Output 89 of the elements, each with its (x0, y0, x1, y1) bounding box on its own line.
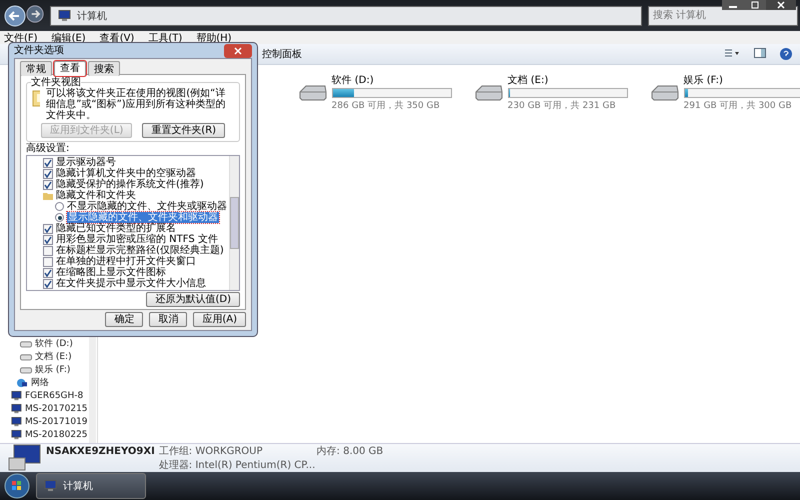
computer-icon (10, 416, 22, 426)
nav-item[interactable]: 文档 (E:) (0, 350, 88, 363)
radio-button[interactable] (55, 202, 64, 211)
nav-item[interactable]: MS-20171019 (0, 415, 88, 428)
computer-icon (8, 444, 42, 472)
setting-label[interactable]: 隐藏受保护的操作系统文件(推荐) (56, 179, 204, 190)
address-bar[interactable]: 计算机 (50, 6, 642, 26)
setting-label[interactable]: 在缩略图上显示文件图标 (56, 267, 166, 278)
computer-icon (57, 10, 71, 22)
nav-item[interactable]: 娱乐 (F:) (0, 363, 88, 376)
nav-item[interactable]: FGER65GH-8 (0, 389, 88, 402)
dialog-button[interactable]: 取消 (149, 312, 188, 327)
nav-item[interactable]: MS-20180225 (0, 428, 88, 441)
section-label: 高级设置: (26, 143, 70, 154)
dialog-title: 文件夹选项 (14, 45, 64, 56)
computer-icon (10, 390, 22, 400)
toolbar-button[interactable]: 控制面板 (262, 47, 302, 61)
restore-defaults-button[interactable]: 还原为默认值(D) (146, 292, 240, 307)
setting-label[interactable]: 在标题栏显示完整路径(仅限经典主题) (56, 245, 224, 256)
forward-icon[interactable] (26, 4, 44, 22)
network-icon (16, 378, 28, 388)
maximize-icon[interactable] (744, 0, 766, 10)
menu-item[interactable]: 工具(T) (148, 30, 182, 44)
close-icon[interactable] (224, 44, 252, 58)
drive-space: 230 GB 可用，共 231 GB (508, 100, 617, 112)
taskbar-button[interactable]: 计算机 (36, 473, 146, 499)
hard-drive-icon (298, 84, 328, 102)
nav-item[interactable]: 软件 (D:) (0, 337, 88, 350)
drive-name[interactable]: 娱乐 (F:) (684, 73, 800, 87)
preview-pane-icon[interactable] (754, 48, 766, 58)
scrollbar[interactable] (229, 156, 239, 290)
hard-drive-icon (650, 84, 680, 102)
drive-space: 286 GB 可用，共 350 GB (332, 100, 441, 112)
drive-icon (20, 352, 32, 362)
setting-label[interactable]: 显示隐藏的文件、文件夹和驱动器 (67, 212, 219, 223)
setting-label[interactable]: 显示驱动器号 (56, 157, 116, 168)
setting-label[interactable]: 隐藏已知文件类型的扩展名 (56, 223, 176, 234)
setting-label[interactable]: 不显示隐藏的文件、文件夹或驱动器 (67, 201, 227, 212)
computer-icon (10, 404, 22, 414)
menu-item[interactable]: 文件(F) (4, 30, 38, 44)
checkbox[interactable] (43, 268, 53, 278)
processor-text: 处理器: Intel(R) Pentium(R) CP... (158, 458, 316, 472)
menu-item[interactable]: 编辑(E) (52, 30, 86, 44)
checkbox[interactable] (43, 256, 53, 266)
dialog-button[interactable]: 确定 (105, 312, 144, 327)
drive-icon (20, 338, 32, 348)
hard-drive-icon (474, 84, 504, 102)
setting-label[interactable]: 在单独的进程中打开文件夹窗口 (56, 256, 196, 267)
nav-item[interactable]: MS-20170215 (0, 402, 88, 415)
drive-name[interactable]: 软件 (D:) (332, 73, 452, 87)
tab[interactable]: 常规 (20, 61, 52, 76)
computer-icon (10, 430, 22, 440)
group-title: 文件夹视图 (31, 77, 81, 88)
minimize-icon[interactable] (722, 0, 744, 10)
help-icon[interactable] (780, 48, 792, 60)
folder-view-button[interactable]: 重置文件夹(R) (142, 123, 226, 138)
computer-name: NSAKXE9ZHEYO9XI (46, 446, 155, 456)
drive-space: 291 GB 可用，共 300 GB (684, 100, 793, 112)
computer-icon (43, 480, 57, 492)
folder-icon (31, 88, 40, 108)
checkbox[interactable] (43, 158, 53, 168)
radio-button[interactable] (55, 213, 64, 222)
start-icon[interactable] (4, 473, 30, 499)
tab[interactable]: 搜索 (88, 61, 120, 76)
memory-text: 内存: 8.00 GB (316, 444, 384, 458)
tab[interactable]: 查看 (54, 61, 86, 76)
view-options-icon[interactable] (724, 48, 740, 58)
checkbox[interactable] (43, 180, 53, 190)
drive-name[interactable]: 文档 (E:) (508, 73, 628, 87)
description-text: 可以将该文件夹正在使用的视图(例如“详细信息”或“图标”)应用到所有这种类型的文件夹中。 (46, 88, 227, 121)
close-icon[interactable] (766, 0, 796, 10)
dialog-button[interactable]: 应用(A) (193, 312, 246, 327)
workgroup-text: 工作组: WORKGROUP (158, 445, 263, 458)
back-icon[interactable] (4, 4, 26, 26)
menu-item[interactable]: 查看(V) (100, 30, 134, 44)
setting-label[interactable]: 用彩色显示加密或压缩的 NTFS 文件 (56, 234, 218, 245)
setting-label[interactable]: 隐藏计算机文件夹中的空驱动器 (56, 168, 196, 179)
checkbox[interactable] (43, 168, 53, 178)
setting-label[interactable]: 隐藏文件和文件夹 (56, 190, 136, 201)
breadcrumb[interactable]: 计算机 (77, 8, 107, 22)
nav-item[interactable]: 网络 (0, 376, 88, 389)
folder-icon (43, 192, 53, 200)
checkbox[interactable] (43, 246, 53, 256)
checkbox[interactable] (43, 234, 53, 244)
drive-icon (20, 364, 32, 374)
setting-label[interactable]: 在文件夹提示中显示文件大小信息 (56, 278, 206, 289)
menu-item[interactable]: 帮助(H) (196, 30, 232, 44)
checkbox[interactable] (43, 224, 53, 234)
checkbox[interactable] (43, 278, 53, 288)
